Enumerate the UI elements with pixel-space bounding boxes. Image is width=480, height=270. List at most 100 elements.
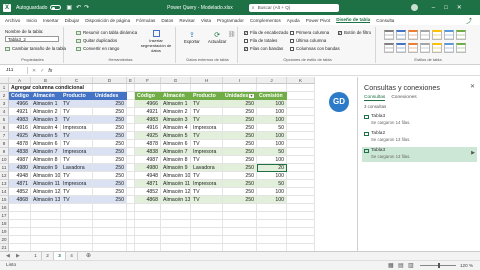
table-cell[interactable]: 50 (257, 148, 287, 156)
empty-cell[interactable] (127, 100, 135, 108)
empty-cell[interactable] (127, 188, 135, 196)
row-header[interactable]: 4 (0, 108, 9, 116)
row-header[interactable]: 21 (0, 244, 9, 251)
column-header[interactable]: F (135, 77, 161, 84)
empty-cell[interactable] (161, 220, 191, 228)
table-cell[interactable]: 250 (93, 100, 127, 108)
row-header[interactable]: 7 (0, 132, 9, 140)
empty-cell[interactable] (127, 236, 135, 244)
row-header[interactable]: 17 (0, 212, 9, 220)
empty-cell[interactable] (287, 204, 315, 212)
empty-cell[interactable] (93, 204, 127, 212)
table-cell[interactable]: TV (61, 132, 93, 140)
empty-cell[interactable] (127, 148, 135, 156)
empty-cell[interactable] (223, 220, 257, 228)
table-cell[interactable]: 100 (257, 156, 287, 164)
table-cell[interactable]: Almacén 2 (31, 108, 61, 116)
table-cell[interactable]: TV (191, 116, 223, 124)
table-style-swatch[interactable] (420, 43, 430, 53)
table-cell[interactable]: Almacén 11 (31, 180, 61, 188)
refresh-button[interactable]: ⟳ Actualizar (208, 31, 226, 44)
column-header[interactable]: B (31, 77, 61, 84)
empty-cell[interactable] (287, 100, 315, 108)
table-cell[interactable]: TV (61, 108, 93, 116)
column-header[interactable]: G (161, 77, 191, 84)
table-style-swatch[interactable] (420, 30, 430, 40)
table-cell[interactable]: 250 (223, 108, 257, 116)
column-header[interactable]: I (223, 77, 257, 84)
table-cell[interactable]: Almacén 1 (31, 100, 61, 108)
empty-cell[interactable] (127, 172, 135, 180)
autosave-toggle[interactable] (50, 5, 62, 10)
empty-cell[interactable] (127, 228, 135, 236)
empty-cell[interactable] (127, 108, 135, 116)
empty-cell[interactable] (191, 236, 223, 244)
empty-cell[interactable] (161, 212, 191, 220)
table-cell[interactable]: 250 (93, 172, 127, 180)
empty-cell[interactable] (287, 172, 315, 180)
table-header-cell[interactable]: Almacén▾ (161, 92, 191, 100)
table-cell[interactable]: 250 (223, 180, 257, 188)
empty-cell[interactable] (127, 220, 135, 228)
table-cell[interactable]: 250 (223, 188, 257, 196)
empty-cell[interactable] (93, 212, 127, 220)
row-header[interactable]: 2 (0, 92, 9, 100)
table-style-swatch[interactable] (432, 43, 442, 53)
table-cell[interactable]: 4980 (135, 164, 161, 172)
table-cell[interactable]: 100 (257, 140, 287, 148)
table-style-swatch[interactable] (396, 43, 406, 53)
empty-cell[interactable] (31, 220, 61, 228)
table-cell[interactable]: 4871 (135, 180, 161, 188)
table-header-cell[interactable]: Comisión▾ (257, 92, 287, 100)
expand-arrow-icon[interactable]: ▶ (471, 150, 475, 156)
table-style-swatch[interactable] (444, 30, 454, 40)
table-cell[interactable]: 250 (93, 196, 127, 204)
minimize-icon[interactable]: – (432, 5, 435, 11)
table-style-swatch[interactable] (408, 30, 418, 40)
table-cell[interactable]: TV (191, 132, 223, 140)
table-cell[interactable]: TV (191, 196, 223, 204)
ribbon-tab[interactable]: Insertar (43, 18, 59, 23)
empty-cell[interactable] (127, 132, 135, 140)
table-cell[interactable]: 4987 (135, 156, 161, 164)
query-item[interactable]: Tabla3 Se cargaron 13 filas. ▶ (362, 147, 477, 162)
empty-cell[interactable] (161, 84, 191, 92)
column-header[interactable]: E (127, 77, 135, 84)
unlink-button[interactable]: ⛓ (228, 31, 236, 38)
empty-cell[interactable] (191, 212, 223, 220)
filter-dropdown-icon[interactable]: ▾ (249, 94, 254, 98)
row-header[interactable]: 14 (0, 188, 9, 196)
column-header[interactable]: K (287, 77, 315, 84)
ribbon-tab[interactable]: Diseño de tabla (336, 17, 371, 23)
resize-table-button[interactable]: Cambiar tamaño de la tabla (5, 46, 66, 51)
style-option[interactable]: Columnas con bandas (290, 46, 340, 51)
empty-cell[interactable] (161, 204, 191, 212)
undo-icon[interactable]: ↶ (76, 4, 81, 11)
empty-cell[interactable] (127, 212, 135, 220)
empty-cell[interactable] (61, 228, 93, 236)
table-cell[interactable]: 250 (223, 116, 257, 124)
ribbon-tab[interactable]: Datos (161, 18, 173, 23)
table-cell[interactable]: 100 (257, 196, 287, 204)
empty-cell[interactable] (9, 236, 31, 244)
table-cell[interactable]: 250 (223, 148, 257, 156)
table-cell[interactable]: 100 (257, 132, 287, 140)
empty-cell[interactable] (287, 148, 315, 156)
row-header[interactable]: 13 (0, 180, 9, 188)
table-cell[interactable]: Impresora (61, 124, 93, 132)
ribbon-tab[interactable]: Dibujar (65, 18, 80, 23)
table-cell[interactable]: 4925 (135, 132, 161, 140)
empty-cell[interactable] (31, 228, 61, 236)
cancel-formula-icon[interactable]: ✕ (32, 68, 36, 74)
row-header[interactable]: 11 (0, 164, 9, 172)
user-avatar[interactable] (410, 4, 418, 11)
add-sheet-icon[interactable]: ⊕ (86, 252, 91, 259)
empty-cell[interactable] (257, 204, 287, 212)
empty-cell[interactable] (127, 140, 135, 148)
table-cell[interactable]: Almacén 9 (161, 164, 191, 172)
table-cell[interactable]: TV (61, 100, 93, 108)
table-header-cell[interactable]: Unidades (93, 92, 127, 100)
empty-cell[interactable] (161, 244, 191, 251)
table-cell[interactable]: Almacén 13 (31, 196, 61, 204)
empty-cell[interactable] (257, 212, 287, 220)
